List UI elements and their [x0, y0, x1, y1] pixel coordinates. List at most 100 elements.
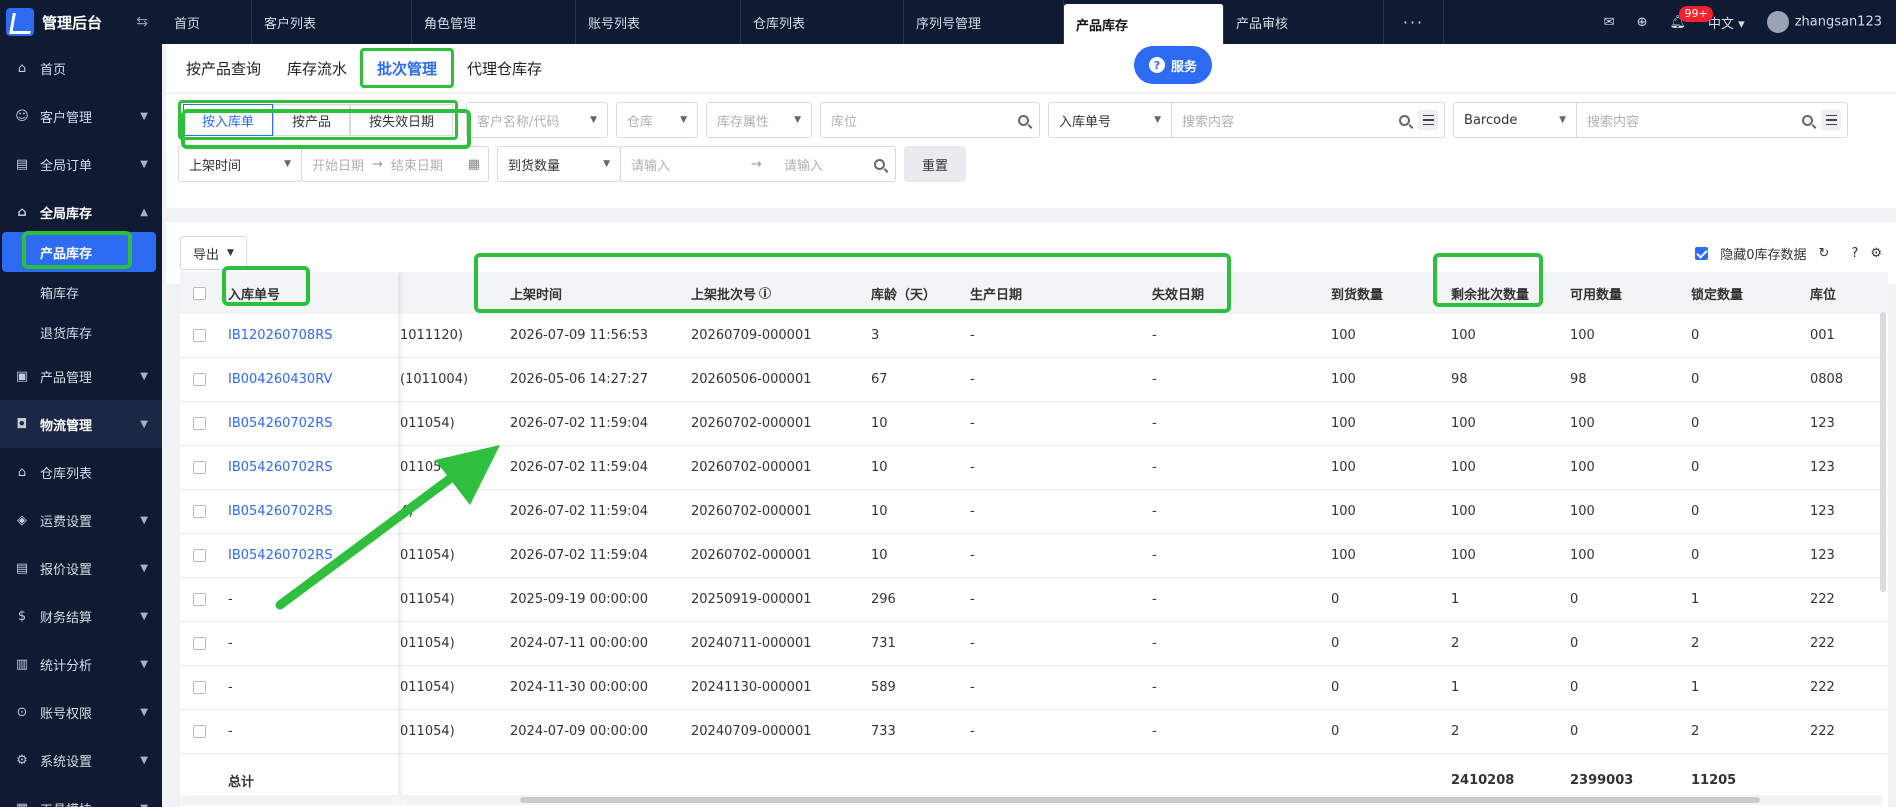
cell-inbound-no[interactable]: IB054260702RS [228, 402, 332, 445]
subtab-by-product[interactable]: 按产品查询 [180, 48, 274, 88]
sidebar-item-logistics[interactable]: ◘ 物流管理 ▼ [0, 400, 162, 448]
sidebar-item-warehouses[interactable]: ⌂ 仓库列表 [0, 448, 162, 496]
row-checkbox[interactable] [193, 666, 206, 709]
sidebar-item-accounts[interactable]: ⊙ 账号权限 ▼ [0, 688, 162, 736]
vertical-scrollbar[interactable] [1880, 312, 1886, 592]
sidebar-item-home[interactable]: ⌂ 首页 [0, 44, 162, 92]
col-production-date[interactable]: 生产日期 [970, 272, 1022, 314]
table-row[interactable]: - 011054) 2024-11-30 00:00:00 20241130-0000… [180, 666, 1888, 710]
reset-button[interactable]: 重置 [904, 146, 967, 182]
row-checkbox[interactable] [193, 358, 206, 401]
qty-field-select[interactable]: 到货数量 ▼ [497, 146, 621, 182]
row-checkbox[interactable] [193, 534, 206, 577]
cell-expiry-date: - [1152, 372, 1157, 387]
cell-inbound-no[interactable]: IB120260708RS [228, 314, 332, 357]
date-range-picker[interactable]: 开始日期 → 结束日期 ▦ [301, 146, 489, 182]
col-shelf-time[interactable]: 上架时间 [510, 272, 562, 314]
sidebar-item-customer[interactable]: ☺ 客户管理 ▼ [0, 92, 162, 140]
sidebar-sub-box-inventory[interactable]: 箱库存 [0, 272, 162, 312]
batch-input-icon[interactable] [1418, 110, 1439, 130]
stock-attr-select[interactable]: 库存属性 ▼ [706, 102, 813, 138]
mode-by-product[interactable]: 按产品 [273, 104, 351, 136]
tab-serials[interactable]: 序列号管理 [904, 0, 1064, 44]
table-row[interactable]: IB004260430RV (1011004) 2026-05-06 14:27:2… [180, 358, 1888, 402]
inbox-icon[interactable]: ✉ [1604, 15, 1615, 30]
table-row[interactable]: - 011054) 2024-07-11 00:00:00 20240711-0000… [180, 622, 1888, 666]
sidebar-item-system[interactable]: ⚙ 系统设置 ▼ [0, 736, 162, 784]
subtab-batch-management[interactable]: 批次管理 [360, 48, 455, 88]
sidebar-item-shipping[interactable]: ◈ 运费设置 ▼ [0, 496, 162, 544]
qty-range-input[interactable]: 请输入 → 请输入 [620, 146, 896, 182]
table-row[interactable]: - 011054) 2024-07-09 00:00:00 20240709-0000… [180, 710, 1888, 754]
sidebar-item-quote[interactable]: ▤ 报价设置 ▼ [0, 544, 162, 592]
search-icon[interactable] [874, 158, 885, 170]
col-remaining-qty[interactable]: 剩余批次数量 [1451, 272, 1529, 314]
table-row[interactable]: IB120260708RS 1011120) 2026-07-09 11:56:53… [180, 314, 1888, 358]
search-icon[interactable] [1802, 114, 1814, 126]
tab-warehouses[interactable]: 仓库列表 [741, 0, 904, 44]
service-button[interactable]: ? 服务 [1134, 46, 1212, 84]
warehouse-select[interactable]: 仓库 ▼ [616, 102, 699, 138]
row-checkbox[interactable] [193, 402, 206, 445]
col-age[interactable]: 库龄（天） [871, 272, 936, 314]
barcode-search-input[interactable]: 搜索内容 [1576, 102, 1849, 138]
search-icon[interactable] [1018, 114, 1030, 126]
row-checkbox[interactable] [193, 446, 206, 489]
export-button[interactable]: 导出 ▼ [180, 236, 247, 270]
subtab-stock-flow[interactable]: 库存流水 [274, 48, 360, 88]
col-batch-no[interactable]: 上架批次号 i [691, 272, 772, 314]
tab-roles[interactable]: 角色管理 [412, 0, 576, 44]
cell-inbound-no[interactable]: IB004260430RV [228, 358, 332, 401]
column-settings-icon[interactable]: ⚙ [1870, 246, 1882, 261]
tab-product-review[interactable]: 产品审核 [1224, 0, 1384, 44]
sidebar-item-products[interactable]: ▣ 产品管理 ▼ [0, 352, 162, 400]
language-select[interactable]: 中文 ▾ [1708, 13, 1745, 32]
user-menu[interactable]: zhangsan123 [1766, 11, 1882, 33]
inbound-search-input[interactable]: 搜索内容 [1171, 102, 1446, 138]
col-inbound-no[interactable]: 入库单号 [228, 272, 280, 314]
cell-available-qty: 100 [1570, 460, 1595, 475]
customer-select[interactable]: 客户名称/代码 ▼ [466, 102, 609, 138]
tab-customers[interactable]: 客户列表 [252, 0, 412, 44]
bell-icon[interactable]: 🔔︎ 99+ [1669, 5, 1713, 30]
hide-zero-checkbox[interactable] [1695, 246, 1709, 260]
more-tabs-button[interactable]: ··· [1384, 0, 1444, 44]
tab-accounts[interactable]: 账号列表 [576, 0, 741, 44]
row-checkbox[interactable] [193, 622, 206, 665]
chevron-down-icon: ▼ [140, 754, 148, 766]
tab-home[interactable]: 首页 [162, 0, 252, 44]
search-icon[interactable] [1399, 114, 1411, 126]
refresh-icon[interactable]: ↻ [1819, 246, 1830, 261]
download-icon[interactable]: ⊕ [1637, 15, 1648, 30]
col-location[interactable]: 库位 [1810, 272, 1836, 314]
col-locked-qty[interactable]: 锁定数量 [1691, 272, 1743, 314]
row-checkbox[interactable] [193, 710, 206, 753]
sidebar-item-stats[interactable]: ▥ 统计分析 ▼ [0, 640, 162, 688]
mode-by-inbound[interactable]: 按入库单 [183, 104, 274, 136]
row-checkbox[interactable] [193, 490, 206, 533]
scrollbar-thumb[interactable] [520, 797, 1760, 803]
sidebar-sub-return-inventory[interactable]: 退货库存 [0, 312, 162, 352]
subtab-agent-warehouse[interactable]: 代理仓库存 [454, 48, 555, 88]
mode-by-expiry[interactable]: 按失效日期 [350, 104, 454, 136]
collapse-sidebar-icon[interactable]: ⇆ [136, 14, 148, 30]
sidebar-item-finance[interactable]: $ 财务结算 ▼ [0, 592, 162, 640]
batch-input-icon[interactable] [1821, 110, 1842, 130]
barcode-field-select[interactable]: Barcode ▼ [1453, 102, 1578, 138]
help-icon[interactable]: ? [1851, 246, 1858, 261]
sidebar-item-orders[interactable]: ▤ 全局订单 ▼ [0, 140, 162, 188]
sidebar-sub-product-inventory[interactable]: 产品库存 [2, 232, 156, 272]
location-input[interactable]: 库位 [820, 102, 1041, 138]
col-expiry-date[interactable]: 失效日期 [1152, 272, 1204, 314]
sidebar-item-inventory[interactable]: ⌂ 全局库存 ▲ [0, 188, 162, 236]
select-all-checkbox[interactable] [193, 272, 206, 314]
col-arrival-qty[interactable]: 到货数量 [1331, 272, 1383, 314]
sidebar-item-tools[interactable]: ▦ 工具模块 ▼ [0, 784, 162, 807]
row-checkbox[interactable] [193, 578, 206, 621]
row-checkbox[interactable] [193, 314, 206, 357]
tab-product-inventory[interactable]: 产品库存 [1064, 4, 1224, 44]
horizontal-scrollbar[interactable] [180, 795, 1882, 805]
inbound-field-select[interactable]: 入库单号 ▼ [1048, 102, 1173, 138]
time-field-select[interactable]: 上架时间 ▼ [178, 146, 302, 182]
col-available-qty[interactable]: 可用数量 [1570, 272, 1622, 314]
